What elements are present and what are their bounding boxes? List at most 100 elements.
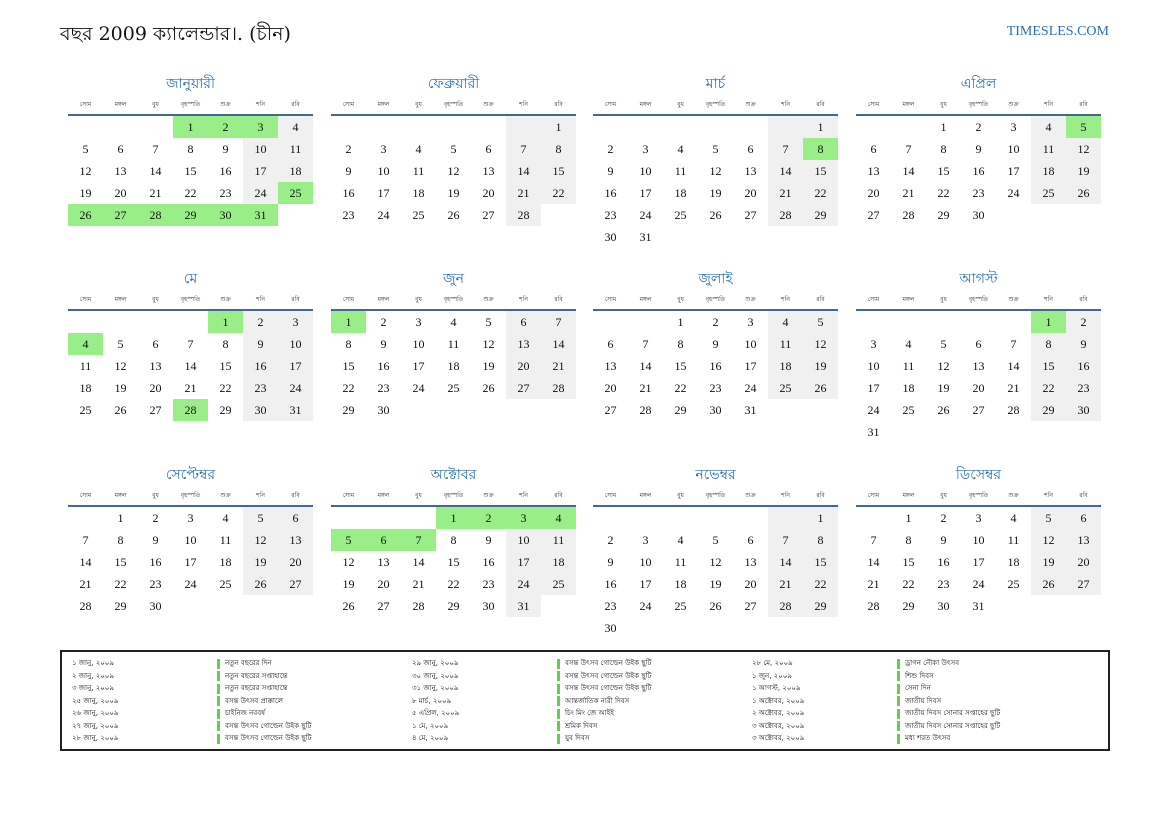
day-cell: 29 bbox=[219, 403, 232, 417]
day-cell: 7 bbox=[870, 533, 877, 547]
weekday-header: সোম মঙ্গল বুধ বৃহস্পতি শুক্র শনি রবি bbox=[593, 487, 838, 505]
month-name: জুলাই bbox=[698, 271, 733, 287]
day-cell: 18 bbox=[278, 160, 313, 182]
day-cell: 31 bbox=[972, 599, 985, 613]
day-cell: 18 bbox=[1031, 160, 1066, 182]
page-title: বছর 2009 ক্যালেন্ডার।. (চীন) bbox=[60, 23, 291, 45]
day-cell: 2 bbox=[208, 116, 243, 138]
day-cell: 2 bbox=[975, 120, 982, 134]
day-cell: 3 bbox=[870, 337, 877, 351]
day-cell: 14 bbox=[506, 160, 541, 182]
empty-cell bbox=[961, 421, 996, 443]
empty-cell bbox=[926, 311, 961, 333]
day-cell: 27 bbox=[1066, 573, 1101, 595]
day-cell: 12 bbox=[1031, 529, 1066, 551]
empty-cell bbox=[68, 507, 103, 529]
day-cell: 18 bbox=[412, 186, 425, 200]
empty-cell bbox=[593, 311, 628, 333]
weekday-label: সোম bbox=[342, 296, 355, 303]
day-cell: 18 bbox=[219, 555, 232, 569]
month-calendar: ডিসেম্বর সোম মঙ্গল বুধ বৃহস্পতি শুক্র শনি রবি 1 2… bbox=[856, 465, 1101, 617]
weekday-label: শুক্র bbox=[483, 296, 494, 303]
day-cell: 14 bbox=[902, 164, 915, 178]
day-grid: 1 2 3 4 5 6 7 8 9 10 11 12 13 14 15 16 17 18 19 20 21 22 23 24 2… bbox=[68, 311, 313, 421]
day-grid: 1 2 3 4 5 6 7 8 9 10 11 12 13 14 15 16 17 18 19 20 21 22 23 24 2… bbox=[856, 311, 1101, 443]
day-cell: 20 bbox=[972, 381, 985, 395]
day-grid: 1 2 3 4 5 6 7 8 9 10 11 12 13 14 15 16 17 18 19 20 21 22 23 24 2… bbox=[331, 116, 576, 226]
weekday-label: সোম bbox=[342, 101, 355, 108]
day-cell: 24 bbox=[867, 403, 880, 417]
day-cell: 5 bbox=[712, 533, 719, 547]
empty-cell bbox=[138, 311, 173, 333]
weekday-label: বুধ bbox=[415, 296, 422, 303]
weekday-label: মঙ্গল bbox=[639, 101, 652, 108]
day-cell: 12 bbox=[937, 359, 950, 373]
holiday-name: জাতীয় দিবস সোনার সপ্তাহের ছুটি bbox=[905, 721, 1001, 730]
day-cell: 23 bbox=[604, 599, 617, 613]
day-cell: 7 bbox=[506, 138, 541, 160]
empty-cell bbox=[891, 421, 926, 443]
weekday-label: শুক্র bbox=[483, 101, 494, 108]
day-cell: 26 bbox=[68, 204, 103, 226]
holiday-column: ২৮ মে, ২০০৯ ড্রাগন নৌকা উৎসব ১ জুন, ২০০৯ শি… bbox=[752, 657, 1092, 745]
day-cell: 20 bbox=[744, 186, 757, 200]
day-grid: 1 2 3 4 5 6 7 8 9 10 11 12 13 14 15 16 17 18 19 20 21 22 23 24 2… bbox=[856, 507, 1101, 617]
day-cell: 25 bbox=[278, 182, 313, 204]
day-cell: 25 bbox=[79, 403, 92, 417]
day-cell: 27 bbox=[867, 208, 880, 222]
day-cell: 20 bbox=[744, 577, 757, 591]
weekday-label: মঙ্গল bbox=[377, 101, 390, 108]
site-brand-link[interactable]: TIMESLES.COM bbox=[1007, 24, 1109, 40]
day-cell: 30 bbox=[604, 621, 617, 635]
holiday-marker bbox=[557, 721, 560, 731]
holiday-list: ১ জানু, ২০০৯ নতুন বছরের দিন ২ জানু, ২০০৯ নত… bbox=[60, 650, 1110, 751]
day-cell: 28 bbox=[902, 208, 915, 222]
day-cell: 3 bbox=[278, 311, 313, 333]
month-calendar: ফেব্রুয়ারী সোম মঙ্গল বুধ বৃহস্পতি শুক্র শনি রব… bbox=[331, 74, 576, 226]
day-cell: 13 bbox=[149, 359, 162, 373]
day-cell: 23 bbox=[149, 577, 162, 591]
day-cell: 28 bbox=[412, 599, 425, 613]
day-cell: 18 bbox=[1007, 555, 1020, 569]
day-cell: 16 bbox=[709, 359, 722, 373]
day-cell: 18 bbox=[674, 186, 687, 200]
day-cell: 30 bbox=[972, 208, 985, 222]
weekday-label: বুধ bbox=[415, 492, 422, 499]
holiday-marker bbox=[217, 721, 220, 731]
day-cell: 1 bbox=[905, 511, 912, 525]
holiday-row: ১ মে, ২০০৯ শ্রমিক দিবস bbox=[412, 720, 752, 733]
day-cell: 26 bbox=[803, 377, 838, 399]
holiday-row: ১ জানু, ২০০৯ নতুন বছরের দিন bbox=[72, 657, 412, 670]
day-cell: 10 bbox=[506, 529, 541, 551]
day-cell: 3 bbox=[380, 142, 387, 156]
day-cell: 7 bbox=[768, 529, 803, 551]
weekday-label: সোম bbox=[79, 492, 92, 499]
holiday-date: ১ জানু, ২০০৯ bbox=[72, 659, 114, 667]
day-cell: 23 bbox=[482, 577, 495, 591]
holiday-marker bbox=[897, 708, 900, 719]
holiday-date: ২ জানু, ২০০৯ bbox=[72, 671, 114, 680]
day-cell: 15 bbox=[541, 160, 576, 182]
empty-cell bbox=[1031, 204, 1066, 226]
day-cell: 24 bbox=[412, 381, 425, 395]
day-cell: 14 bbox=[79, 555, 92, 569]
day-cell: 28 bbox=[768, 204, 803, 226]
weekday-label: মঙ্গল bbox=[114, 101, 127, 108]
day-cell: 5 bbox=[331, 529, 366, 551]
day-cell: 2 bbox=[152, 511, 159, 525]
day-cell: 4 bbox=[677, 142, 684, 156]
day-cell: 7 bbox=[401, 529, 436, 551]
day-cell: 15 bbox=[342, 359, 355, 373]
weekday-label: বৃহস্পতি bbox=[180, 101, 201, 108]
empty-cell bbox=[138, 116, 173, 138]
day-cell: 22 bbox=[803, 182, 838, 204]
weekday-label: মঙ্গল bbox=[639, 492, 652, 499]
weekday-label: শুক্র bbox=[1008, 296, 1019, 303]
weekday-label: মঙ্গল bbox=[902, 101, 915, 108]
weekday-label: শনি bbox=[1044, 492, 1053, 499]
day-cell: 10 bbox=[184, 533, 197, 547]
day-cell: 13 bbox=[972, 359, 985, 373]
empty-cell bbox=[663, 116, 698, 138]
day-cell: 21 bbox=[1007, 381, 1020, 395]
day-cell: 4 bbox=[68, 333, 103, 355]
